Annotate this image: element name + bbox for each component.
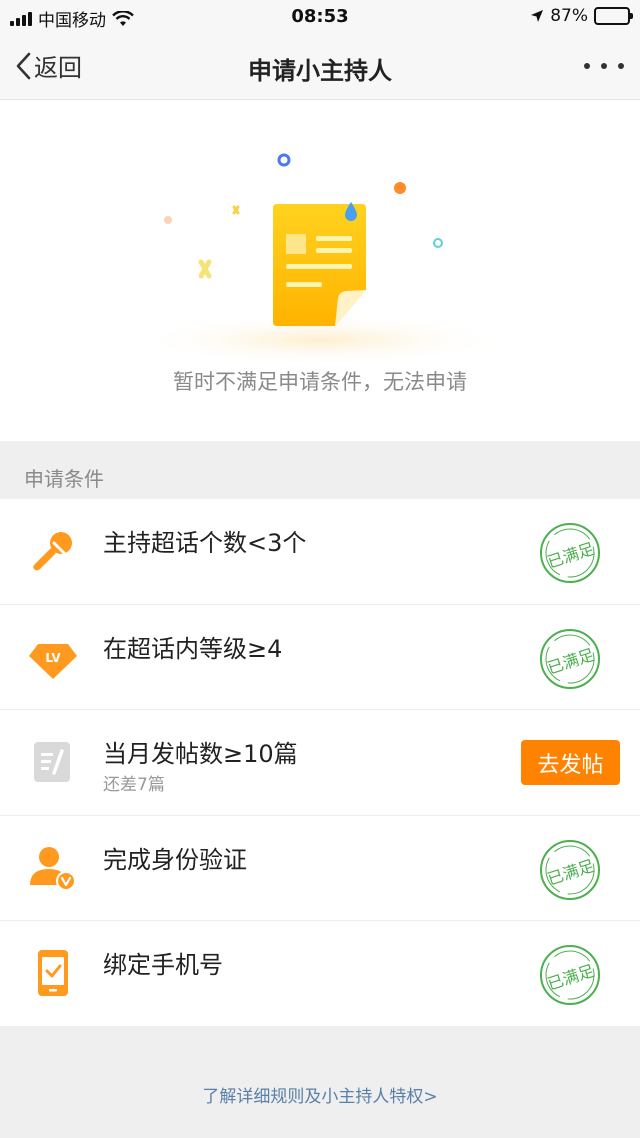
condition-title: 当月发帖数≥10篇 [103, 740, 298, 768]
more-dot-icon [601, 63, 607, 69]
carrier-group: 中国移动 [10, 6, 134, 31]
status-bar: 中国移动 08:53 87% [0, 0, 640, 34]
satisfied-stamp-icon: 已满足 [540, 945, 600, 1005]
more-dot-icon [618, 63, 624, 69]
condition-title: 在超话内等级≥4 [103, 634, 283, 663]
hero-panel: 暂时不满足申请条件，无法申请 [0, 100, 640, 441]
satisfied-stamp-text: 已满足 [545, 855, 597, 888]
chevron-left-icon [16, 52, 31, 79]
back-label: 返回 [34, 54, 82, 82]
condition-title: 绑定手机号 [103, 951, 223, 979]
microphone-icon [33, 532, 72, 571]
condition-row-identity: 完成身份验证 已满足 [0, 816, 640, 921]
satisfied-stamp-icon: 已满足 [540, 523, 600, 583]
condition-title: 主持超话个数<3个 [103, 529, 307, 557]
nav-bar: 返回 申请小主持人 [0, 34, 640, 100]
battery-percent: 87% [550, 6, 588, 26]
more-options-button[interactable] [584, 54, 624, 78]
condition-row-level: LV 在超话内等级≥4 已满足 [0, 605, 640, 710]
back-button[interactable]: 返回 [14, 48, 82, 83]
condition-row-host-count: 主持超话个数<3个 已满足 [0, 499, 640, 605]
post-icon [34, 742, 70, 782]
more-dot-icon [584, 63, 590, 69]
rules-link[interactable]: 了解详细规则及小主持人特权> [0, 1082, 640, 1107]
wifi-icon [112, 10, 134, 26]
condition-row-posts: 当月发帖数≥10篇 还差7篇 去发帖 [0, 710, 640, 816]
level-badge-text: LV [45, 651, 61, 665]
verified-user-icon [30, 846, 76, 891]
page-title: 申请小主持人 [248, 57, 392, 85]
conditions-section-header: 申请条件 [0, 441, 640, 499]
document-illustration [130, 153, 510, 360]
signal-icon [10, 11, 32, 26]
phone-check-icon [38, 950, 68, 996]
go-post-button[interactable]: 去发帖 [521, 740, 620, 785]
satisfied-stamp-text: 已满足 [545, 539, 597, 572]
ineligible-message: 暂时不满足申请条件，无法申请 [173, 370, 467, 394]
status-right: 87% [530, 6, 633, 26]
section-header-label: 申请条件 [24, 467, 104, 491]
footer: 了解详细规则及小主持人特权> [0, 1026, 640, 1138]
satisfied-stamp-icon: 已满足 [540, 628, 600, 689]
carrier-name: 中国移动 [38, 11, 106, 31]
satisfied-stamp-icon: 已满足 [540, 839, 600, 900]
location-arrow-icon [531, 10, 544, 22]
condition-title: 完成身份验证 [103, 845, 247, 874]
satisfied-stamp-text: 已满足 [545, 961, 597, 994]
battery-icon [594, 7, 633, 25]
condition-row-phone: 绑定手机号 已满足 [0, 921, 640, 1027]
conditions-list: 主持超话个数<3个 已满足 LV 在超话内等级≥4 已满足 当月发帖数≥10篇 … [0, 499, 640, 1027]
condition-progress-hint: 还差7篇 [103, 775, 165, 795]
level-badge-icon: LV [29, 643, 77, 679]
satisfied-stamp-text: 已满足 [545, 644, 597, 677]
